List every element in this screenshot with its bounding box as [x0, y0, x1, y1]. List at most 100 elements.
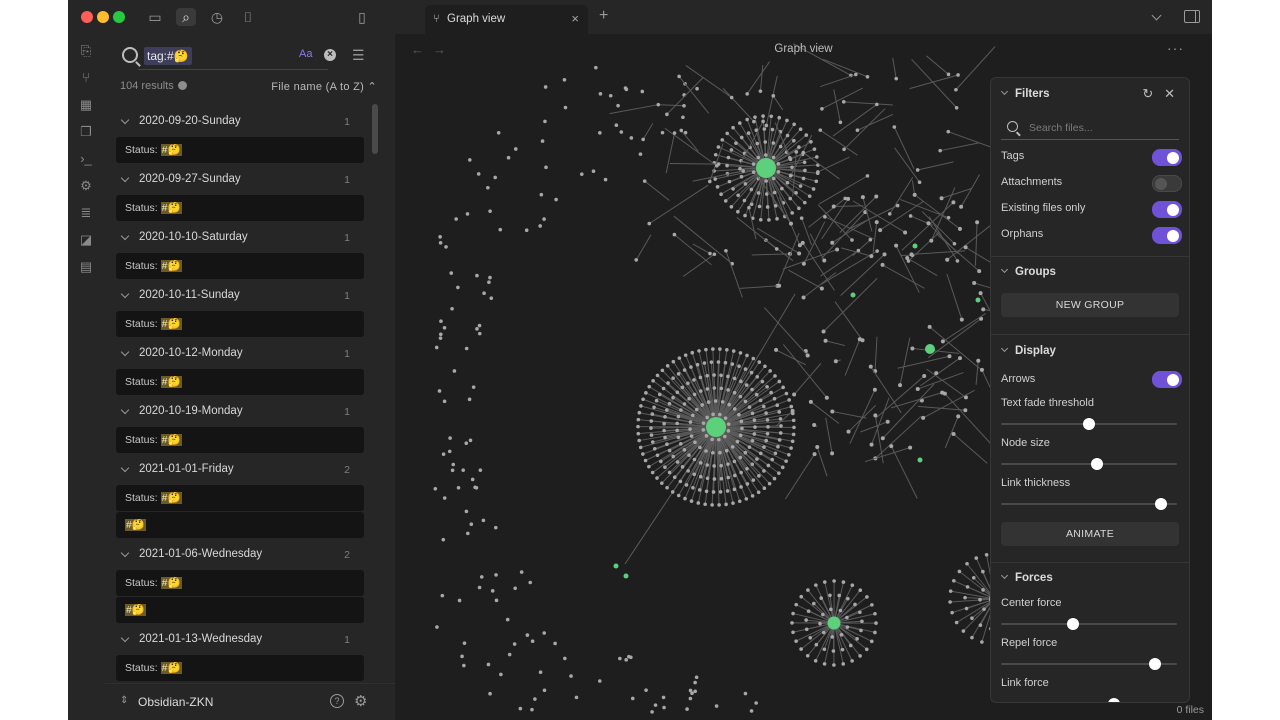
- graph-node[interactable]: [488, 275, 492, 280]
- graph-node[interactable]: [975, 297, 981, 303]
- clear-search-button[interactable]: ×: [324, 49, 336, 61]
- chevron-down-icon[interactable]: [120, 347, 130, 357]
- graph-node[interactable]: [554, 197, 558, 202]
- graph-node[interactable]: [971, 575, 976, 580]
- graph-node[interactable]: [791, 418, 796, 423]
- graph-node[interactable]: [460, 654, 464, 659]
- graph-node[interactable]: [789, 221, 794, 226]
- graph-node[interactable]: [785, 133, 790, 138]
- more-options-icon[interactable]: ···: [1167, 40, 1184, 56]
- graph-node[interactable]: [723, 416, 728, 420]
- graph-node[interactable]: [737, 412, 741, 417]
- orphans-toggle[interactable]: [1152, 227, 1182, 244]
- graph-node[interactable]: [765, 418, 770, 422]
- graph-node[interactable]: [638, 445, 643, 450]
- graph-node[interactable]: [875, 102, 879, 107]
- graph-node[interactable]: [830, 635, 835, 639]
- graph-node[interactable]: [756, 158, 776, 178]
- graph-node[interactable]: [788, 155, 792, 160]
- graph-node[interactable]: [716, 360, 721, 364]
- graph-node[interactable]: [787, 398, 791, 402]
- graph-node[interactable]: [789, 404, 794, 409]
- graph-node[interactable]: [542, 631, 547, 635]
- result-file-header[interactable]: 2020-09-27-Sunday 1: [116, 164, 364, 195]
- graph-node[interactable]: [719, 386, 724, 391]
- graph-node[interactable]: [755, 457, 759, 461]
- graph-node[interactable]: [624, 658, 629, 662]
- graph-node[interactable]: [801, 176, 806, 181]
- graph-node[interactable]: [827, 616, 841, 630]
- graph-node[interactable]: [747, 205, 751, 210]
- graph-node[interactable]: [672, 232, 677, 237]
- graph-node[interactable]: [682, 104, 686, 108]
- graph-node[interactable]: [794, 639, 798, 643]
- graph-node[interactable]: [828, 593, 832, 598]
- graph-node[interactable]: [543, 85, 548, 89]
- search-icon[interactable]: ⌕: [176, 8, 196, 26]
- graph-node[interactable]: [739, 470, 743, 475]
- result-match[interactable]: Status: #🤔: [116, 253, 364, 279]
- canvas-icon[interactable]: ◪: [77, 231, 95, 249]
- graph-node[interactable]: [743, 450, 748, 455]
- graph-node[interactable]: [771, 176, 776, 181]
- graph-node[interactable]: [457, 598, 462, 603]
- slider-thumb[interactable]: [1083, 418, 1095, 430]
- graph-node[interactable]: [662, 421, 666, 426]
- slider-thumb[interactable]: [1066, 618, 1079, 630]
- graph-node[interactable]: [442, 325, 447, 330]
- graph-node[interactable]: [791, 411, 795, 416]
- graph-node[interactable]: [765, 431, 770, 436]
- graph-node[interactable]: [946, 129, 951, 134]
- graph-node[interactable]: [802, 160, 807, 165]
- graph-node[interactable]: [758, 217, 763, 222]
- graph-node[interactable]: [978, 623, 983, 628]
- graph-node[interactable]: [957, 356, 962, 361]
- graph-node[interactable]: [687, 453, 691, 457]
- graph-node[interactable]: [961, 629, 966, 633]
- graph-node[interactable]: [754, 701, 758, 705]
- result-file-header[interactable]: 2021-01-01-Friday 2: [116, 454, 364, 485]
- graph-node[interactable]: [939, 196, 944, 201]
- graph-node[interactable]: [614, 123, 619, 128]
- graph-node[interactable]: [756, 191, 761, 195]
- graph-node[interactable]: [794, 150, 799, 154]
- graph-node[interactable]: [850, 238, 854, 242]
- graph-node[interactable]: [441, 537, 446, 542]
- graph-node[interactable]: [715, 163, 719, 168]
- graph-node[interactable]: [476, 172, 481, 176]
- result-match[interactable]: Status: #🤔: [116, 137, 364, 163]
- tags-toggle[interactable]: [1152, 149, 1182, 166]
- graph-node[interactable]: [542, 688, 547, 693]
- graph-node[interactable]: [747, 405, 752, 409]
- graph-node[interactable]: [859, 628, 863, 633]
- copy-icon[interactable]: ❐: [77, 123, 95, 141]
- graph-node[interactable]: [963, 245, 968, 250]
- graph-node[interactable]: [730, 445, 735, 449]
- graph-node[interactable]: [743, 213, 747, 218]
- graph-node[interactable]: [667, 470, 672, 475]
- graph-node[interactable]: [749, 202, 754, 207]
- graph-node[interactable]: [802, 200, 807, 205]
- graph-node[interactable]: [751, 478, 756, 482]
- graph-node[interactable]: [695, 86, 699, 91]
- graph-node[interactable]: [945, 257, 950, 262]
- graph-node[interactable]: [562, 77, 567, 82]
- graph-node[interactable]: [841, 662, 846, 666]
- graph-node[interactable]: [667, 401, 672, 406]
- graph-node[interactable]: [672, 131, 677, 135]
- graph-node[interactable]: [671, 454, 676, 459]
- graph-node[interactable]: [647, 384, 652, 389]
- graph-node[interactable]: [715, 185, 720, 189]
- graph-node[interactable]: [512, 642, 517, 646]
- graph-node[interactable]: [723, 360, 728, 365]
- graph-node[interactable]: [704, 434, 709, 438]
- graph-node[interactable]: [731, 501, 735, 505]
- graph-node[interactable]: [954, 87, 958, 92]
- graph-node[interactable]: [712, 252, 717, 257]
- graph-node[interactable]: [726, 388, 730, 392]
- graph-node[interactable]: [772, 476, 777, 481]
- close-window-button[interactable]: [81, 11, 93, 23]
- graph-node[interactable]: [874, 194, 879, 199]
- graph-node[interactable]: [954, 620, 959, 625]
- graph-node[interactable]: [771, 141, 776, 145]
